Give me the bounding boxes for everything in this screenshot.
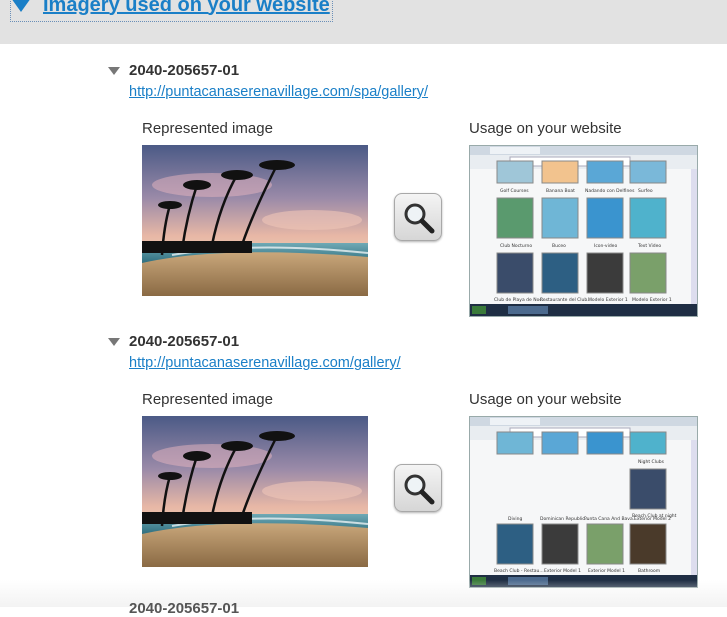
thumb-caption: Surfeo (638, 188, 653, 194)
usage-label: Usage on your website (469, 120, 622, 137)
section-title: Imagery used on your website (43, 0, 330, 16)
entry-id: 2040-205657-01 (129, 333, 240, 350)
triangle-down-icon (11, 0, 31, 12)
thumb-caption: Dominican Republic... (540, 516, 589, 522)
thumb-caption: Exterior Model 2 (634, 516, 671, 522)
thumb-caption: Punta Cana And Bava... (584, 516, 637, 522)
represented-image (142, 416, 368, 567)
thumb-caption: Icon-video (594, 243, 617, 249)
entry-url-link[interactable]: http://puntacanaserenavillage.com/spa/ga… (129, 84, 428, 100)
footer-caption: Exterior Model 1 (544, 568, 581, 574)
footer-caption: Club de Playa de Noc... (494, 297, 546, 303)
usage-screenshot[interactable]: Night Clubs Beach Club at night Diving D… (469, 416, 698, 588)
thumb-caption: Golf Courses (500, 188, 529, 194)
footer-caption: Restaurante del Club... (540, 297, 592, 303)
thumb-caption: Buceo (552, 243, 566, 249)
thumb-caption: Nadando con Delfines (585, 188, 635, 194)
entry-header[interactable]: 2040-205657-01 (108, 333, 239, 350)
represented-image (142, 145, 368, 296)
entry-header[interactable]: 2040-205657-01 (108, 62, 239, 79)
usage-label: Usage on your website (469, 391, 622, 408)
footer-caption: Bathroom (638, 568, 660, 574)
section-toggle[interactable]: Imagery used on your website (10, 0, 333, 22)
magnifier-icon (404, 203, 435, 234)
zoom-button[interactable] (394, 464, 442, 512)
represented-image-label: Represented image (142, 120, 273, 137)
thumb-caption: Night Clubs (638, 459, 665, 465)
bottom-fade (0, 580, 727, 607)
section-header: Imagery used on your website (0, 0, 727, 44)
footer-caption: Exterior Model 1 (588, 568, 625, 574)
footer-caption: Modelo Exterior 1 (632, 297, 672, 303)
next-entry-id[interactable]: 2040-205657-01 (129, 600, 239, 617)
thumb-caption: Banana Boat (546, 188, 575, 194)
usage-screenshot[interactable]: Golf Courses Banana Boat Nadando con Del… (469, 145, 698, 317)
thumb-caption: Club Nocturno (500, 243, 532, 249)
zoom-button[interactable] (394, 193, 442, 241)
thumb-caption: Text Video (637, 243, 661, 249)
triangle-down-icon (108, 66, 120, 75)
thumb-caption: Diving (508, 516, 522, 522)
triangle-down-icon (108, 337, 120, 346)
entry-url-link[interactable]: http://puntacanaserenavillage.com/galler… (129, 355, 401, 371)
entry-id: 2040-205657-01 (129, 62, 240, 79)
footer-caption: Modelo Exterior 1 (588, 297, 628, 303)
magnifier-icon (404, 474, 435, 505)
footer-caption: Beach Club - Restau... (494, 568, 544, 574)
represented-image-label: Represented image (142, 391, 273, 408)
